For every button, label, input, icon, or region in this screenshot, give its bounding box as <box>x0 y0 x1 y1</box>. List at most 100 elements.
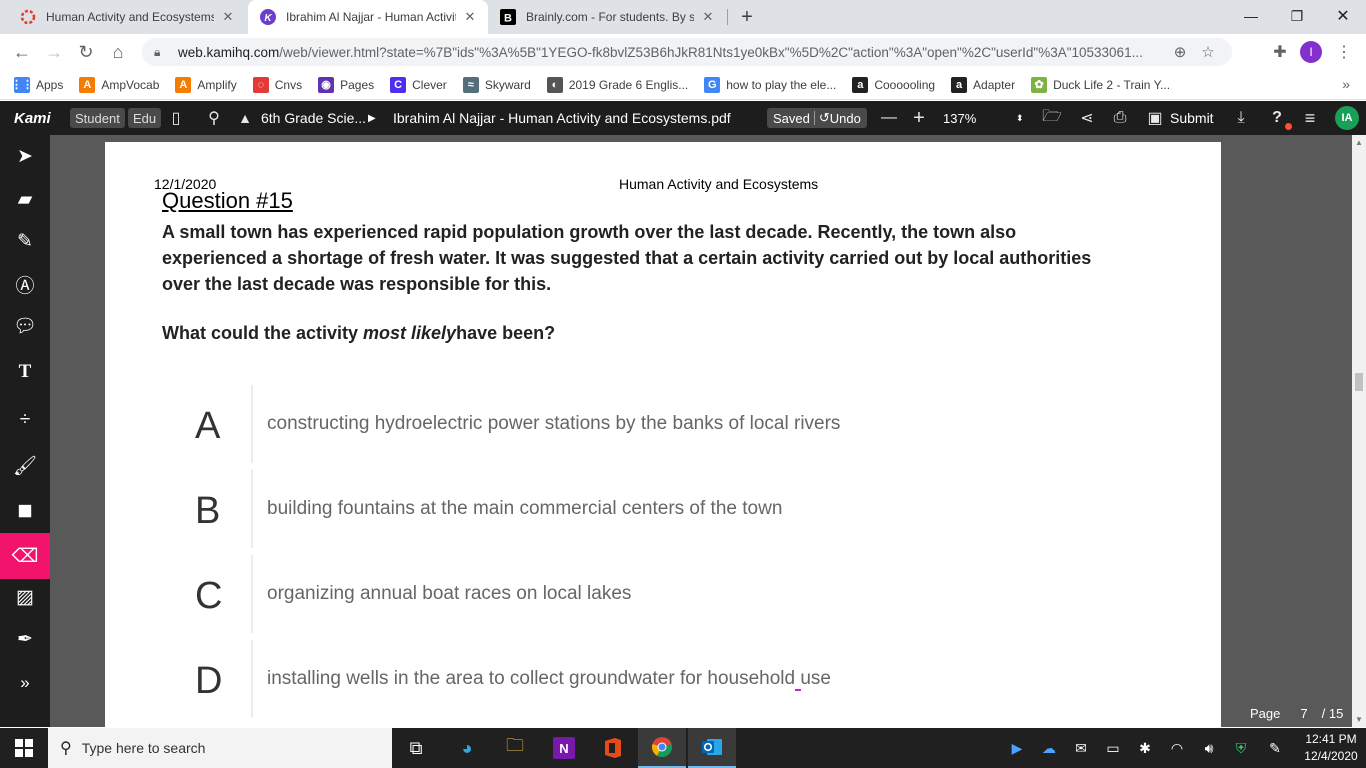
undo-icon[interactable]: ↺ <box>819 110 830 126</box>
bookmark-item[interactable]: ◉ Pages <box>318 76 374 93</box>
select-cursor-icon[interactable]: ➤ <box>0 135 50 177</box>
comment-icon[interactable]: 💬︎ <box>0 305 50 347</box>
bookmark-item[interactable]: ⋮⋮ Apps <box>11 76 63 93</box>
onedrive-icon[interactable]: ☁ <box>1034 728 1064 768</box>
text-box-icon[interactable]: T <box>0 351 50 393</box>
scroll-thumb[interactable] <box>1355 373 1363 391</box>
student-badge[interactable]: Student <box>70 108 125 128</box>
new-tab-button[interactable]: + <box>736 6 758 28</box>
document-filename[interactable]: Ibrahim Al Najjar - Human Activity and E… <box>393 101 731 135</box>
battery-manager-icon[interactable]: ▭ <box>1098 728 1128 768</box>
file-explorer-icon[interactable]: 🗀︎ <box>491 728 539 768</box>
menu-kebab-icon[interactable]: ⋮ <box>1332 38 1356 66</box>
highlighter-icon[interactable]: ✎ <box>0 220 50 262</box>
answer-choice-d[interactable]: D installing wells in the area to collec… <box>175 640 1075 718</box>
outlook-tray-icon[interactable]: ✉ <box>1066 728 1096 768</box>
tab-canvas[interactable]: Human Activity and Ecosystems F ✕ <box>8 0 246 34</box>
network-settings-icon[interactable]: ✱ <box>1130 728 1160 768</box>
bookmark-item[interactable]: A Amplify <box>175 76 237 93</box>
sidebar-toggle-icon[interactable]: ▯ <box>163 101 189 135</box>
onenote-icon[interactable]: N <box>540 728 588 768</box>
bookmarks-overflow-icon[interactable]: » <box>1342 76 1350 92</box>
expand-tools-icon[interactable]: » <box>0 662 50 704</box>
back-button[interactable]: ← <box>8 38 36 66</box>
save-icon[interactable]: ▣ <box>1142 101 1168 135</box>
eraser-icon[interactable]: ⌫ <box>0 533 50 579</box>
forward-button[interactable]: → <box>40 38 68 66</box>
hamburger-menu-icon[interactable]: ≡ <box>1297 101 1323 135</box>
signature-pen-icon[interactable]: ✒ <box>0 618 50 660</box>
security-shield-icon[interactable]: ⛨ <box>1226 728 1256 768</box>
minimize-button[interactable]: — <box>1228 0 1274 32</box>
document-viewport[interactable]: 12/1/2020 Human Activity and Ecosystems … <box>50 135 1352 727</box>
folder-breadcrumb[interactable]: 6th Grade Scie... <box>261 101 366 135</box>
dictionary-icon[interactable]: ▰ <box>0 178 50 220</box>
windows-taskbar: ⚲ Type here to search ⧉ ◕ 🗀︎ N ▶ ☁ ✉ ▭ ✱… <box>0 728 1366 768</box>
drawing-icon[interactable]: 🖌︎ <box>0 445 50 487</box>
vertical-scrollbar[interactable]: ▲ ▼ <box>1352 135 1366 727</box>
taskbar-search-box[interactable]: ⚲ Type here to search <box>48 728 392 768</box>
bookmark-item[interactable]: A AmpVocab <box>79 76 159 93</box>
help-icon[interactable]: ? <box>1264 101 1290 135</box>
task-view-icon[interactable]: ⧉ <box>392 728 440 768</box>
print-icon[interactable]: ⎙ <box>1107 101 1133 135</box>
close-window-button[interactable]: ✕ <box>1320 0 1366 32</box>
close-icon[interactable]: ✕ <box>700 9 716 25</box>
zoom-in-button[interactable]: + <box>906 101 932 135</box>
user-avatar[interactable]: IA <box>1335 106 1359 130</box>
answer-choice-b[interactable]: B building fountains at the main commerc… <box>175 470 1075 548</box>
zoom-meeting-icon[interactable]: ▶ <box>1002 728 1032 768</box>
zoom-stepper-icon[interactable]: ⬍ <box>1016 101 1024 135</box>
download-icon[interactable]: ⤓ <box>1228 101 1254 135</box>
profile-avatar[interactable]: I <box>1300 41 1322 63</box>
tab-kami[interactable]: K Ibrahim Al Najjar - Human Activit ✕ <box>248 0 488 34</box>
open-folder-icon[interactable]: 🗁︎ <box>1039 101 1065 135</box>
undo-button[interactable]: Undo <box>830 111 861 126</box>
outlook-icon[interactable] <box>688 728 736 768</box>
chrome-icon[interactable] <box>638 728 686 768</box>
close-icon[interactable]: ✕ <box>220 9 236 25</box>
restore-button[interactable]: ❐ <box>1274 0 1320 32</box>
close-icon[interactable]: ✕ <box>462 9 478 25</box>
text-highlight-icon[interactable]: Ⓐ <box>0 263 50 305</box>
share-icon[interactable]: ⋖ <box>1074 101 1100 135</box>
tab-brainly[interactable]: B Brainly.com - For students. By stu ✕ <box>488 0 726 34</box>
search-icon[interactable]: ⚲ <box>201 101 227 135</box>
shapes-icon[interactable]: ◼ <box>0 489 50 531</box>
bookmark-item[interactable]: ≈ Skyward <box>462 76 531 93</box>
bookmark-item[interactable]: a Adapter <box>951 76 1015 93</box>
reload-button[interactable]: ↻ <box>72 38 100 66</box>
bookmark-item[interactable]: ◌ Cnvs <box>252 76 302 93</box>
volume-icon[interactable]: 🔊︎ <box>1194 728 1224 768</box>
zoom-select[interactable]: 137% <box>943 101 976 135</box>
bookmark-item[interactable]: ✿ Duck Life 2 - Train Y... <box>1031 76 1170 93</box>
bookmark-item[interactable]: a Coooooling <box>852 76 936 93</box>
install-icon[interactable]: ⊕ <box>1168 38 1192 66</box>
address-bar[interactable]: 🔒︎ web.kamihq.com/web/viewer.html?state=… <box>142 38 1232 66</box>
system-clock[interactable]: 12:41 PM 12/4/2020 <box>1296 731 1366 765</box>
answer-choice-c[interactable]: C organizing annual boat races on local … <box>175 555 1075 633</box>
pen-icon[interactable]: ✎ <box>1260 728 1290 768</box>
lock-icon: 🔒︎ <box>154 44 161 59</box>
windows-start-icon[interactable] <box>0 728 48 768</box>
equation-icon[interactable]: ÷ <box>0 399 50 441</box>
scroll-down-icon[interactable]: ▼ <box>1355 715 1363 724</box>
bookmark-item[interactable]: C Clever <box>390 76 447 93</box>
answer-choice-a[interactable]: A constructing hydroelectric power stati… <box>175 385 1075 463</box>
home-button[interactable]: ⌂ <box>104 38 132 66</box>
edu-badge[interactable]: Edu <box>128 108 162 128</box>
zoom-out-button[interactable]: — <box>876 101 902 135</box>
image-icon[interactable]: ▨ <box>0 576 50 618</box>
bookmark-item[interactable]: ◐ 2019 Grade 6 Englis... <box>546 76 688 93</box>
office-icon[interactable] <box>589 728 637 768</box>
extensions-icon[interactable]: ✚ <box>1268 38 1292 66</box>
bookmark-star-icon[interactable]: ☆ <box>1196 38 1220 66</box>
bookmark-label: Coooooling <box>874 77 936 92</box>
bookmark-item[interactable]: Ghow to play the ele... <box>704 76 836 93</box>
edge-icon[interactable]: ◕ <box>443 728 491 768</box>
current-page-input[interactable]: 7 <box>1300 706 1307 721</box>
scroll-up-icon[interactable]: ▲ <box>1355 138 1363 147</box>
submit-button[interactable]: Submit <box>1170 101 1214 135</box>
pdf-page[interactable]: 12/1/2020 Human Activity and Ecosystems … <box>105 142 1221 727</box>
wifi-icon[interactable]: ◠ <box>1162 728 1192 768</box>
